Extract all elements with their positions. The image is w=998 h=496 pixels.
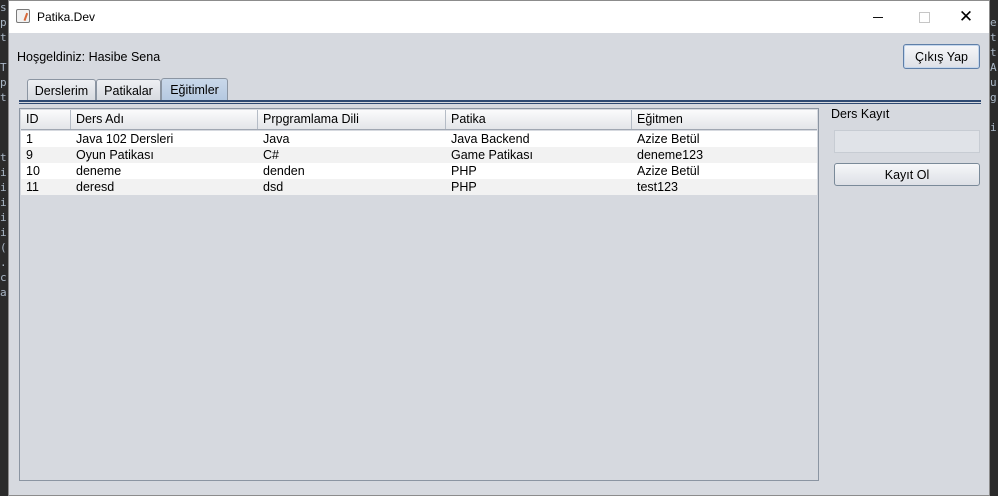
window-title: Patika.Dev (37, 10, 96, 24)
title-bar[interactable]: Patika.Dev ✕ (9, 1, 989, 33)
code-fragment: e (990, 16, 997, 29)
course-register-input[interactable] (834, 130, 980, 153)
logout-button[interactable]: Çıkış Yap (903, 44, 980, 69)
cell-language: dsd (263, 180, 284, 194)
code-fragment: i (990, 121, 997, 134)
code-fragment (0, 105, 8, 120)
cell-instructor: Azize Betül (637, 164, 700, 178)
cell-course-name: Java 102 Dersleri (76, 132, 174, 146)
cell-language: C# (263, 148, 279, 162)
cell-path: PHP (451, 164, 477, 178)
minimize-button[interactable] (855, 1, 901, 33)
code-fragment (0, 120, 8, 135)
close-icon: ✕ (958, 7, 974, 27)
welcome-label: Hoşgeldiniz: Hasibe Sena (17, 50, 161, 64)
code-fragment: a (0, 286, 7, 299)
cell-id: 9 (26, 148, 33, 162)
code-fragment: g (990, 91, 997, 104)
code-fragment: i (0, 166, 7, 179)
code-fragment: t (0, 151, 7, 164)
code-fragment (990, 105, 998, 120)
tab-patikalar[interactable]: Patikalar (96, 79, 161, 101)
table-row[interactable]: 10 deneme denden PHP Azize Betül (21, 163, 817, 179)
code-fragment: t (990, 31, 997, 44)
code-fragment: A (990, 61, 997, 74)
cell-path: Java Backend (451, 132, 530, 146)
code-fragment: p (0, 16, 7, 29)
background-code-left: s p t T p t t i i i i i ( . c a (0, 0, 8, 496)
code-fragment: u (990, 76, 997, 89)
cell-instructor: test123 (637, 180, 679, 194)
maximize-icon (918, 11, 930, 23)
code-fragment: t (0, 91, 7, 104)
cell-course-name: Oyun Patikası (76, 148, 154, 162)
table-row[interactable]: 11 deresd dsd PHP test123 (21, 179, 817, 195)
cell-language: denden (263, 164, 305, 178)
minimize-icon (873, 16, 883, 18)
cell-language: Java (263, 132, 290, 146)
code-fragment: T (0, 61, 7, 74)
register-button[interactable]: Kayıt Ol (834, 163, 980, 186)
table-header: ID Ders Adı Prpgramlama Dili Patika Eğit… (21, 110, 817, 130)
code-fragment: s (0, 1, 7, 14)
tab-divider (19, 100, 981, 104)
tab-derslerim[interactable]: Derslerim (27, 79, 96, 101)
code-fragment (990, 0, 998, 15)
column-header-id[interactable]: ID (21, 110, 71, 129)
tab-egitimler[interactable]: Eğitimler (161, 78, 228, 101)
code-fragment: . (0, 256, 7, 269)
code-fragment: t (0, 31, 7, 44)
maximize-button[interactable] (901, 1, 947, 33)
cell-course-name: deneme (76, 164, 122, 178)
code-fragment: t (990, 46, 997, 59)
courses-table[interactable]: ID Ders Adı Prpgramlama Dili Patika Eğit… (19, 108, 819, 481)
column-header-path[interactable]: Patika (446, 110, 632, 129)
cell-instructor: deneme123 (637, 148, 704, 162)
code-fragment (0, 45, 8, 60)
code-fragment: i (0, 196, 7, 209)
column-header-course-name[interactable]: Ders Adı (71, 110, 258, 129)
app-window: Patika.Dev ✕ Hoşgeldiniz: Hasibe Sena Çı… (8, 0, 990, 496)
java-app-icon (16, 9, 30, 23)
code-fragment (0, 135, 8, 150)
column-header-language[interactable]: Prpgramlama Dili (258, 110, 446, 129)
code-fragment: ( (0, 241, 7, 254)
code-fragment: i (0, 211, 7, 224)
background-code-right: e t t A u g i (990, 0, 998, 496)
column-header-instructor[interactable]: Eğitmen (632, 110, 817, 129)
cell-id: 11 (26, 180, 39, 194)
cell-path: PHP (451, 180, 477, 194)
table-row[interactable]: 9 Oyun Patikası C# Game Patikası deneme1… (21, 147, 817, 163)
table-row[interactable]: 1 Java 102 Dersleri Java Java Backend Az… (21, 131, 817, 147)
cell-id: 1 (26, 132, 33, 146)
code-fragment: i (0, 181, 7, 194)
course-register-label: Ders Kayıt (831, 107, 890, 121)
cell-id: 10 (26, 164, 40, 178)
code-fragment: c (0, 271, 7, 284)
close-button[interactable]: ✕ (943, 1, 989, 33)
code-fragment: p (0, 76, 7, 89)
cell-instructor: Azize Betül (637, 132, 700, 146)
cell-path: Game Patikası (451, 148, 533, 162)
cell-course-name: deresd (76, 180, 115, 194)
code-fragment: i (0, 226, 7, 239)
